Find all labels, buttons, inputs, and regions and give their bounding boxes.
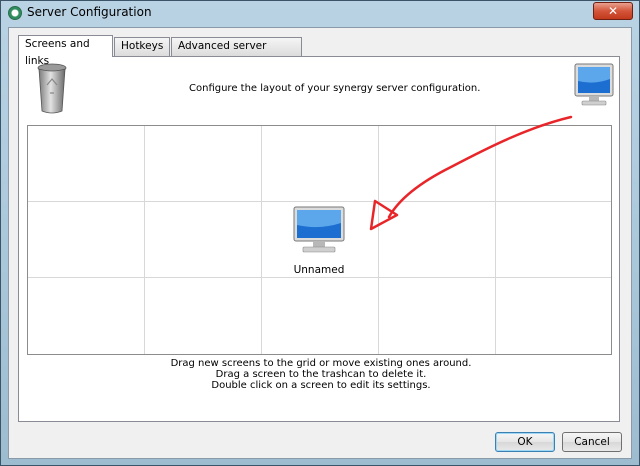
close-button[interactable]: ✕	[593, 2, 633, 20]
dialog-client: Screens and links Hotkeys Advanced serve…	[8, 27, 632, 459]
cancel-button[interactable]: Cancel	[562, 432, 622, 452]
grid-cell[interactable]	[28, 126, 145, 202]
grid-cell[interactable]	[379, 278, 496, 354]
grid-cell[interactable]	[262, 278, 379, 354]
screen-name-label: Unnamed	[293, 264, 345, 276]
tab-screens-and-links[interactable]: Screens and links	[18, 35, 113, 67]
new-screen-monitor-icon[interactable]	[574, 63, 614, 109]
screen-monitor-icon[interactable]	[293, 206, 345, 254]
grid-cell[interactable]	[145, 202, 262, 278]
tab-hotkeys[interactable]: Hotkeys	[114, 37, 170, 56]
red-annotation-arrow	[369, 115, 573, 231]
grid-cell[interactable]	[496, 278, 611, 354]
tab-advanced-server-settings[interactable]: Advanced server settings	[171, 37, 302, 69]
layout-instructions: Configure the layout of your synergy ser…	[189, 83, 481, 94]
ok-button[interactable]: OK	[495, 432, 555, 452]
synergy-app-icon	[8, 6, 22, 20]
grid-cell[interactable]	[28, 278, 145, 354]
grid-cell[interactable]	[145, 126, 262, 202]
trashcan-icon[interactable]	[37, 63, 67, 115]
server-configuration-window: Server Configuration ✕ Screens and links…	[0, 0, 640, 466]
grid-cell[interactable]	[145, 278, 262, 354]
grid-cell[interactable]	[28, 202, 145, 278]
title-bar[interactable]: Server Configuration ✕	[1, 1, 639, 27]
instruction-line-3: Double click on a screen to edit its set…	[211, 380, 431, 391]
window-title: Server Configuration	[27, 5, 152, 19]
